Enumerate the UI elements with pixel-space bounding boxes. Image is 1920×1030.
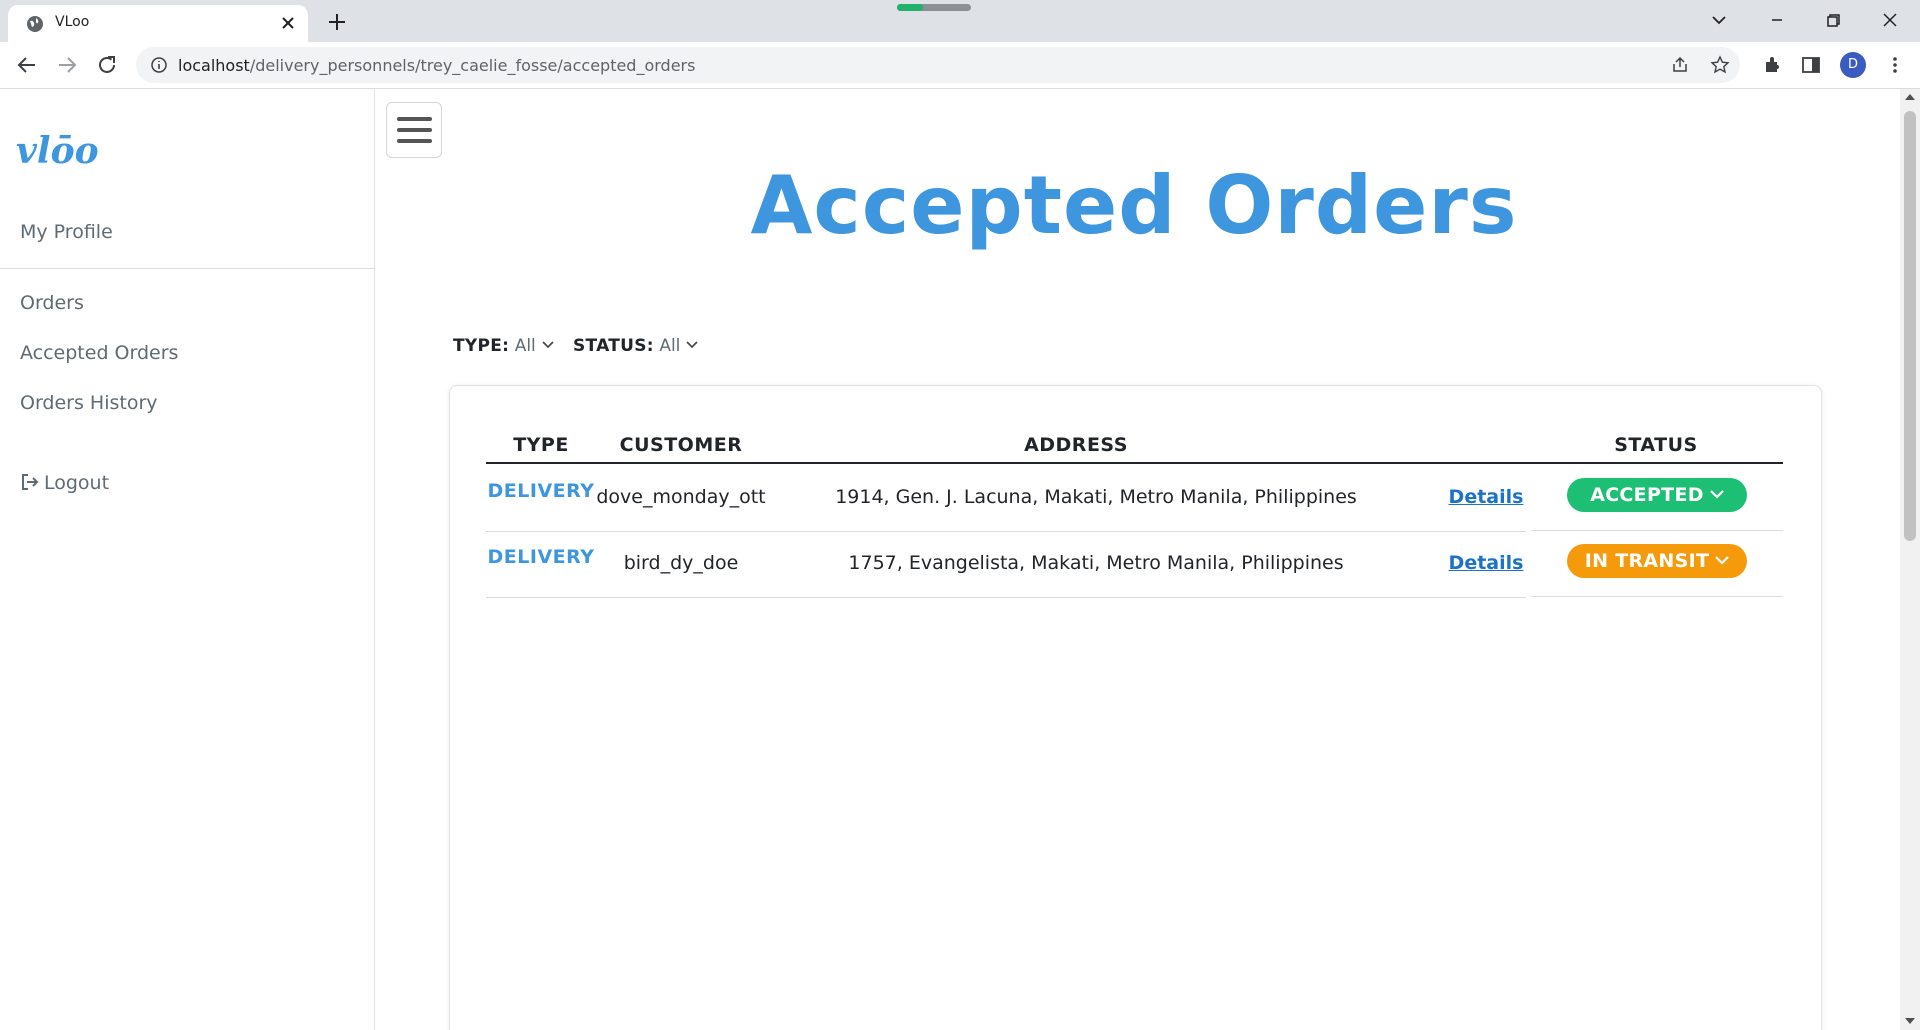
url-path: /delivery_personnels/trey_caelie_fosse/a… bbox=[249, 56, 696, 75]
page-scrollbar[interactable] bbox=[1900, 89, 1920, 1030]
orders-card: TYPE CUSTOMER ADDRESS STATUS DELIVERY do… bbox=[449, 385, 1822, 1030]
header-customer: CUSTOMER bbox=[619, 434, 743, 456]
globe-icon bbox=[27, 16, 43, 32]
chevron-down-icon bbox=[1715, 556, 1730, 565]
url-host: localhost bbox=[178, 56, 250, 75]
address-bar[interactable]: localhost/delivery_personnels/trey_caeli… bbox=[136, 47, 1740, 83]
details-link[interactable]: Details bbox=[1446, 486, 1526, 508]
type-filter-label: TYPE: bbox=[453, 336, 510, 356]
close-tab-icon[interactable] bbox=[278, 13, 298, 33]
sidebar-item-my-profile[interactable]: My Profile bbox=[20, 221, 113, 243]
sidebar-item-orders[interactable]: Orders bbox=[20, 292, 84, 314]
table-header: TYPE CUSTOMER ADDRESS STATUS bbox=[486, 426, 1783, 464]
profile-avatar[interactable]: D bbox=[1840, 52, 1866, 78]
hamburger-line bbox=[397, 128, 432, 132]
back-icon[interactable] bbox=[14, 52, 40, 78]
status-filter-label: STATUS: bbox=[573, 336, 654, 356]
url-text[interactable]: localhost/delivery_personnels/trey_caeli… bbox=[178, 56, 695, 75]
chevron-down-icon bbox=[1710, 490, 1724, 499]
table-row: DELIVERY bird_dy_doe 1757, Evangelista, … bbox=[486, 532, 1783, 598]
status-filter-value: All bbox=[659, 336, 681, 356]
restore-icon[interactable] bbox=[1821, 8, 1845, 32]
header-status: STATUS bbox=[1614, 434, 1698, 456]
main-content: Accepted Orders TYPE: All STATUS: All TY… bbox=[376, 89, 1900, 1030]
header-address: ADDRESS bbox=[1024, 434, 1128, 456]
menu-toggle-button[interactable] bbox=[386, 102, 442, 158]
forward-icon[interactable] bbox=[54, 52, 80, 78]
scroll-up-icon[interactable] bbox=[1905, 93, 1915, 101]
new-tab-icon[interactable] bbox=[325, 10, 349, 34]
details-link[interactable]: Details bbox=[1446, 552, 1526, 574]
tab-search-icon[interactable] bbox=[1707, 8, 1731, 32]
status-label: IN TRANSIT bbox=[1584, 550, 1710, 572]
scroll-down-icon[interactable] bbox=[1905, 1017, 1915, 1025]
logo-text: vlōo bbox=[16, 130, 99, 172]
order-customer: dove_monday_ott bbox=[596, 486, 766, 508]
status-filter[interactable]: STATUS: All bbox=[573, 336, 698, 356]
browser-toolbar: localhost/delivery_personnels/trey_caeli… bbox=[0, 42, 1920, 88]
bookmark-star-icon[interactable] bbox=[1710, 55, 1730, 75]
close-window-icon[interactable] bbox=[1878, 8, 1902, 32]
sidebar-item-orders-history[interactable]: Orders History bbox=[20, 392, 158, 414]
chevron-down-icon bbox=[686, 341, 698, 349]
page-title: Accepted Orders bbox=[750, 159, 1518, 252]
extensions-icon[interactable] bbox=[1762, 54, 1784, 76]
vloo-logo[interactable]: vlōo bbox=[14, 127, 110, 175]
type-filter[interactable]: TYPE: All bbox=[453, 336, 554, 356]
hamburger-line bbox=[397, 139, 432, 143]
header-type: TYPE bbox=[513, 434, 569, 456]
status-dropdown[interactable]: IN TRANSIT bbox=[1567, 544, 1747, 578]
browser-tab-bar: VLoo bbox=[0, 0, 1920, 42]
hamburger-line bbox=[397, 117, 432, 121]
order-address: 1757, Evangelista, Makati, Metro Manila,… bbox=[848, 552, 1344, 574]
status-label: ACCEPTED bbox=[1590, 484, 1704, 506]
sidebar-divider bbox=[0, 268, 375, 269]
row-divider bbox=[486, 597, 1526, 598]
sidebar: vlōo My Profile Orders Accepted Orders O… bbox=[0, 89, 375, 1030]
minimize-icon[interactable] bbox=[1765, 8, 1789, 32]
scrollbar-thumb[interactable] bbox=[1904, 111, 1916, 541]
sidebar-item-accepted-orders[interactable]: Accepted Orders bbox=[20, 342, 178, 364]
table-row: DELIVERY dove_monday_ott 1914, Gen. J. L… bbox=[486, 466, 1783, 532]
order-customer: bird_dy_doe bbox=[623, 552, 739, 574]
more-menu-icon[interactable] bbox=[1884, 54, 1906, 76]
reload-icon[interactable] bbox=[94, 52, 120, 78]
side-panel-icon[interactable] bbox=[1800, 54, 1822, 76]
logout-icon bbox=[22, 474, 39, 490]
status-dropdown[interactable]: ACCEPTED bbox=[1567, 478, 1747, 512]
row-divider bbox=[1531, 530, 1783, 531]
row-divider bbox=[1531, 596, 1783, 597]
loading-indicator-fill bbox=[897, 4, 923, 11]
chevron-down-icon bbox=[542, 341, 554, 349]
browser-tab[interactable]: VLoo bbox=[8, 5, 308, 42]
order-type: DELIVERY bbox=[487, 546, 595, 568]
type-filter-value: All bbox=[514, 336, 536, 356]
tab-title: VLoo bbox=[55, 14, 90, 30]
order-type: DELIVERY bbox=[487, 480, 595, 502]
loading-indicator bbox=[897, 4, 971, 11]
site-info-icon[interactable] bbox=[150, 56, 168, 74]
share-icon[interactable] bbox=[1670, 55, 1690, 75]
logout-link[interactable]: Logout bbox=[20, 472, 109, 494]
order-address: 1914, Gen. J. Lacuna, Makati, Metro Mani… bbox=[835, 486, 1357, 508]
logout-label: Logout bbox=[44, 472, 110, 494]
